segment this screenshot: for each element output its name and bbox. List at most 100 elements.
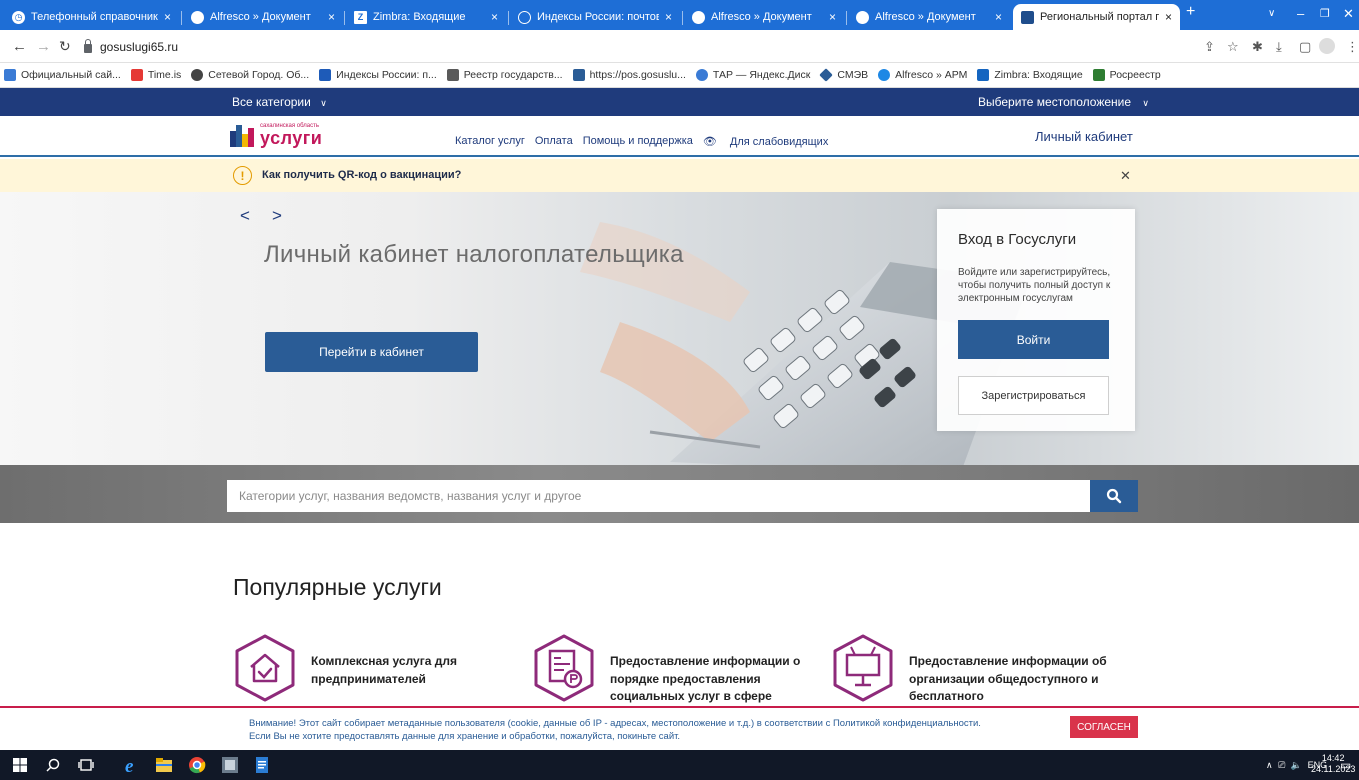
profile-icon[interactable] bbox=[1319, 38, 1335, 54]
sidepanel-icon[interactable]: ▢ bbox=[1299, 39, 1311, 55]
close-icon[interactable]: × bbox=[829, 10, 836, 24]
cookie-banner: Внимание! Этот сайт собирает метаданные … bbox=[0, 706, 1359, 748]
nav-payment-link[interactable]: Оплата bbox=[535, 135, 573, 148]
close-icon[interactable]: × bbox=[1165, 10, 1172, 24]
bookmark-favicon-icon bbox=[130, 69, 143, 81]
register-button[interactable]: Зарегистрироваться bbox=[958, 376, 1109, 415]
search-icon bbox=[1106, 488, 1122, 504]
star-icon[interactable]: ☆ bbox=[1227, 39, 1239, 55]
chevron-up-icon[interactable]: ∧ bbox=[1266, 760, 1273, 770]
close-icon[interactable]: × bbox=[665, 10, 672, 24]
go-to-cabinet-button[interactable]: Перейти в кабинет bbox=[265, 332, 478, 372]
index-icon bbox=[518, 10, 531, 24]
search-strip bbox=[0, 465, 1359, 523]
cookie-line: Если Вы не хотите предоставлять данные д… bbox=[249, 731, 681, 742]
cookie-accept-button[interactable]: СОГЛАСЕН bbox=[1070, 716, 1138, 738]
new-tab-button[interactable]: + bbox=[1186, 3, 1195, 21]
browser-tab[interactable]: ◷ Телефонный справочник × bbox=[4, 4, 179, 30]
bookmark-label: Zimbra: Входящие bbox=[994, 69, 1083, 81]
url-field[interactable]: gosuslugi65.ru bbox=[84, 35, 1184, 59]
share-icon[interactable]: ⇪ bbox=[1204, 39, 1215, 55]
alfresco-icon bbox=[692, 10, 705, 24]
back-icon[interactable]: ← bbox=[12, 38, 27, 55]
site-header: сахалинская область услуги Каталог услуг… bbox=[0, 116, 1359, 157]
all-categories-dropdown[interactable]: Все категории ∨ bbox=[232, 95, 327, 109]
close-icon[interactable]: × bbox=[328, 10, 335, 24]
close-icon[interactable]: ✕ bbox=[1120, 168, 1131, 184]
reload-icon[interactable]: ↻ bbox=[59, 38, 71, 55]
app-icon[interactable] bbox=[221, 756, 239, 774]
bookmark-item[interactable]: Официальный сай... bbox=[4, 69, 121, 81]
site-logo[interactable]: сахалинская область услуги bbox=[230, 123, 322, 147]
chrome-icon[interactable] bbox=[188, 756, 206, 774]
chevron-down-icon: ∨ bbox=[1142, 98, 1149, 108]
chevron-down-icon: ∨ bbox=[320, 98, 327, 108]
close-icon[interactable]: × bbox=[164, 10, 171, 24]
nav-catalog-link[interactable]: Каталог услуг bbox=[455, 135, 525, 148]
nav-accessibility-link[interactable]: 👁 Для слабовидящих bbox=[703, 135, 838, 148]
network-icon[interactable]: ⎚ bbox=[1278, 760, 1285, 770]
categories-label: Все категории bbox=[232, 95, 311, 109]
browser-tab[interactable]: Индексы России: почтовые ин × bbox=[510, 4, 680, 30]
bookmark-item[interactable]: СМЭВ bbox=[819, 68, 868, 82]
search-icon[interactable] bbox=[45, 757, 61, 773]
cookie-line: Внимание! Этот сайт собирает метаданные … bbox=[249, 718, 981, 729]
close-icon[interactable]: × bbox=[491, 10, 498, 24]
bookmark-item[interactable]: Alfresco » АРМ bbox=[878, 69, 967, 81]
bookmark-item[interactable]: ТАР — Яндекс.Диск bbox=[695, 69, 811, 81]
browser-tab[interactable]: Alfresco » Документ × bbox=[684, 4, 844, 30]
menu-icon[interactable]: ⋮ bbox=[1346, 39, 1359, 55]
bookmark-item[interactable]: Реестр государств... bbox=[446, 69, 563, 81]
next-slide-icon[interactable]: > bbox=[272, 206, 282, 226]
bookmark-item[interactable]: Индексы России: п... bbox=[319, 69, 437, 81]
close-icon[interactable]: × bbox=[995, 10, 1002, 24]
search-input[interactable] bbox=[227, 480, 1090, 512]
gosuslugi-icon bbox=[1021, 10, 1034, 24]
bookmark-item[interactable]: https://pos.gosuslu... bbox=[572, 69, 686, 81]
task-view-icon[interactable] bbox=[78, 757, 94, 773]
minimize-button[interactable]: – bbox=[1297, 6, 1304, 21]
browser-tab[interactable]: Alfresco » Документ × bbox=[183, 4, 343, 30]
bookmark-item[interactable]: Росреестр bbox=[1092, 69, 1161, 81]
personal-cabinet-link[interactable]: Личный кабинет bbox=[1035, 129, 1133, 144]
internet-explorer-icon[interactable]: e bbox=[122, 755, 142, 775]
tab-title: Телефонный справочник bbox=[31, 11, 158, 23]
tab-search-icon[interactable]: ∨ bbox=[1268, 8, 1275, 19]
volume-icon[interactable]: 🔈 bbox=[1291, 760, 1302, 770]
forward-icon[interactable]: → bbox=[36, 38, 51, 55]
nav-help-link[interactable]: Помощь и поддержка bbox=[583, 135, 693, 148]
bookmark-label: ТАР — Яндекс.Диск bbox=[712, 69, 811, 81]
browser-tab[interactable]: Z Zimbra: Входящие × bbox=[346, 4, 506, 30]
tab-separator bbox=[344, 11, 345, 25]
download-icon[interactable]: ⤓ bbox=[1276, 39, 1282, 55]
windows-start-icon[interactable] bbox=[12, 757, 28, 773]
restore-button[interactable]: ❐ bbox=[1320, 7, 1330, 20]
document-app-icon[interactable] bbox=[254, 756, 270, 774]
bookmark-favicon-icon bbox=[1092, 69, 1105, 81]
bookmark-favicon-icon bbox=[695, 69, 708, 81]
bookmark-label: Реестр государств... bbox=[463, 69, 563, 81]
house-check-icon bbox=[235, 634, 295, 702]
browser-tab-active[interactable]: Региональный портал государ × bbox=[1013, 4, 1180, 30]
extensions-icon[interactable]: ✱ bbox=[1252, 39, 1263, 55]
login-button[interactable]: Войти bbox=[958, 320, 1109, 359]
location-label: Выберите местоположение bbox=[978, 95, 1132, 109]
location-dropdown[interactable]: Выберите местоположение ∨ bbox=[978, 95, 1149, 109]
document-ruble-icon bbox=[534, 634, 594, 702]
prev-slide-icon[interactable]: < bbox=[240, 206, 250, 226]
bookmark-item[interactable]: Сетевой Город. Об... bbox=[191, 69, 309, 81]
bookmark-item[interactable]: Zimbra: Входящие bbox=[977, 69, 1083, 81]
browser-tab[interactable]: Alfresco » Документ × bbox=[848, 4, 1010, 30]
alfresco-icon bbox=[191, 10, 204, 24]
bookmark-item[interactable]: Time.is bbox=[130, 69, 181, 81]
login-heading: Вход в Госуслуги bbox=[958, 231, 1077, 248]
tab-separator bbox=[846, 11, 847, 25]
file-explorer-icon[interactable] bbox=[155, 757, 173, 773]
nav-accessibility-label: Для слабовидящих bbox=[729, 136, 829, 148]
close-window-button[interactable]: ✕ bbox=[1343, 6, 1354, 22]
notifications-icon[interactable]: ▭ bbox=[1340, 758, 1356, 774]
tab-title: Региональный портал государ bbox=[1040, 11, 1159, 23]
service-label: Предоставление информации об организации… bbox=[909, 654, 1107, 703]
search-button[interactable] bbox=[1090, 480, 1138, 512]
notice-link[interactable]: Как получить QR-код о вакцинации? bbox=[262, 169, 461, 181]
